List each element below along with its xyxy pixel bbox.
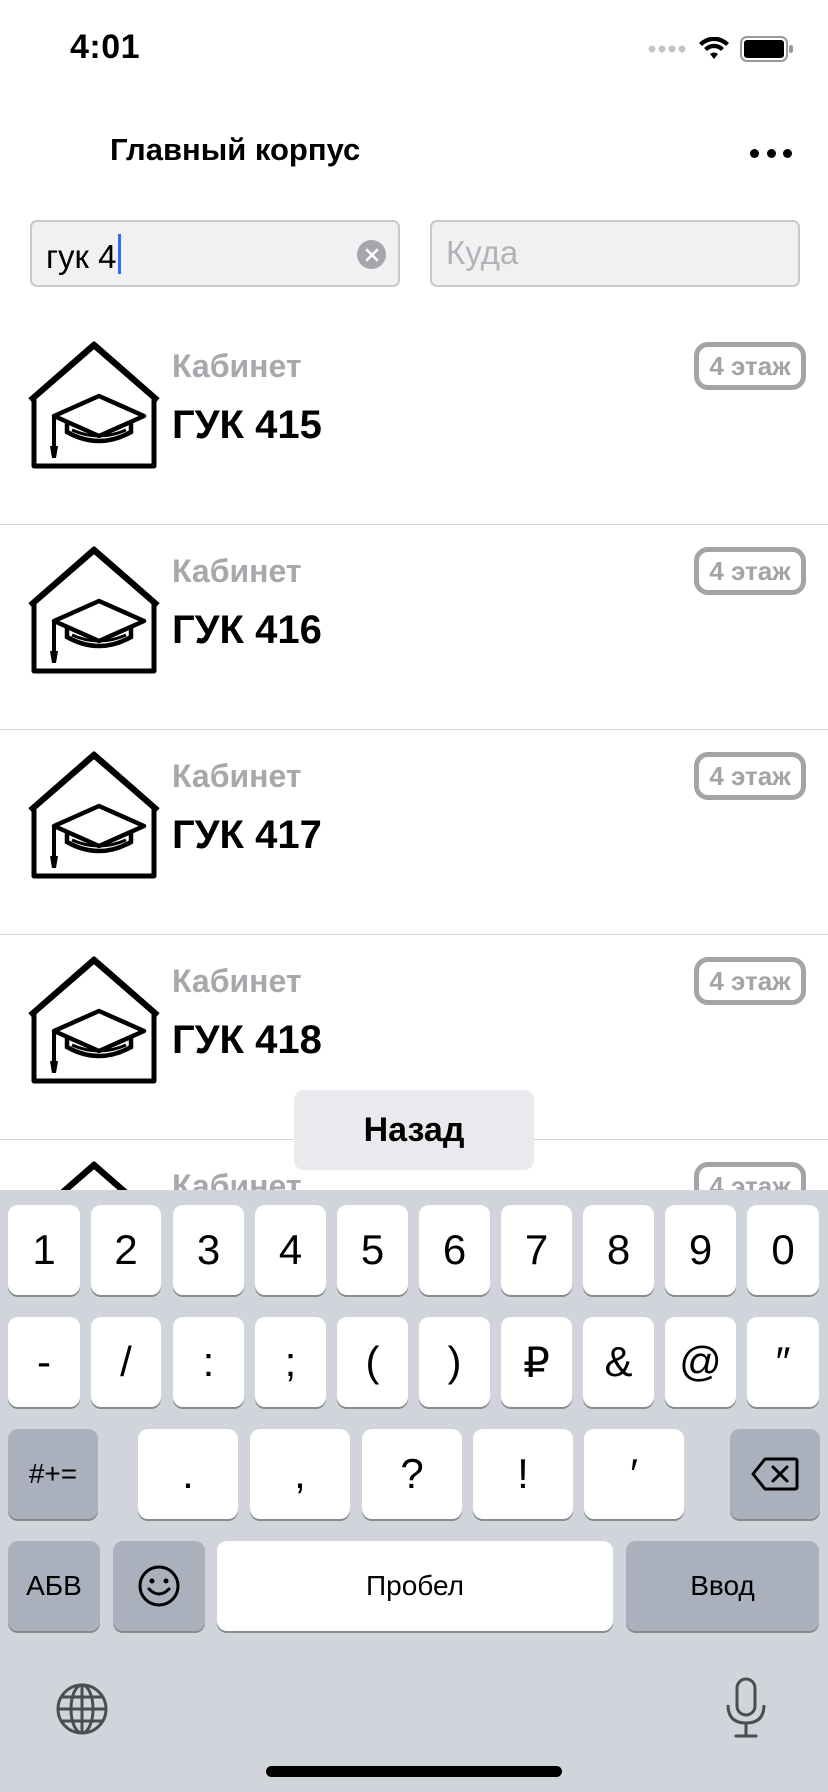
delete-key[interactable] — [730, 1429, 820, 1519]
more-options-button[interactable] — [750, 138, 792, 168]
key-exclamation[interactable]: ! — [473, 1429, 573, 1519]
key-3[interactable]: 3 — [173, 1205, 244, 1295]
key-9[interactable]: 9 — [665, 1205, 736, 1295]
more-dot-icon — [766, 148, 776, 158]
more-dot-icon — [783, 148, 792, 158]
key-period[interactable]: . — [138, 1429, 238, 1519]
key-semicolon[interactable]: ; — [255, 1317, 326, 1407]
space-key[interactable]: Пробел — [217, 1541, 613, 1631]
floor-badge: 4 этаж — [694, 547, 806, 595]
wifi-icon — [699, 37, 729, 59]
item-name: ГУК 416 — [172, 608, 322, 652]
item-name: ГУК 415 — [172, 403, 322, 447]
key-slash[interactable]: / — [91, 1317, 161, 1407]
key-8[interactable]: 8 — [583, 1205, 654, 1295]
return-key[interactable]: Ввод — [626, 1541, 819, 1631]
key-apostrophe[interactable]: ′ — [584, 1429, 684, 1519]
key-colon[interactable]: : — [173, 1317, 244, 1407]
from-input-value: гук 4 — [46, 238, 117, 275]
graduation-building-icon — [28, 956, 160, 1084]
globe-icon — [56, 1683, 108, 1735]
key-hyphen[interactable]: - — [8, 1317, 80, 1407]
key-6[interactable]: 6 — [419, 1205, 490, 1295]
to-input-placeholder: Куда — [446, 234, 519, 271]
key-symbols[interactable]: #+= — [8, 1429, 98, 1519]
status-time: 4:01 — [70, 28, 141, 66]
item-name: ГУК 417 — [172, 813, 322, 857]
back-button[interactable]: Назад — [294, 1090, 534, 1170]
key-comma[interactable]: , — [250, 1429, 350, 1519]
key-0[interactable]: 0 — [747, 1205, 819, 1295]
status-bar: 4:01 — [0, 0, 828, 100]
item-type: Кабинет — [172, 758, 302, 794]
globe-button[interactable] — [55, 1682, 109, 1736]
graduation-building-icon — [28, 546, 160, 674]
microphone-icon — [726, 1677, 766, 1738]
floor-badge: 4 этаж — [694, 957, 806, 1005]
key-7[interactable]: 7 — [501, 1205, 572, 1295]
keyboard: 1 2 3 4 5 6 7 8 9 0 - / : ; ( ) ₽ & @ ″ … — [0, 1190, 828, 1792]
key-2[interactable]: 2 — [91, 1205, 161, 1295]
home-indicator — [266, 1766, 562, 1777]
from-input[interactable]: гук 4 — [30, 220, 400, 287]
battery-icon — [740, 36, 793, 62]
graduation-building-icon — [28, 751, 160, 879]
microphone-button[interactable] — [724, 1677, 768, 1739]
key-4[interactable]: 4 — [255, 1205, 326, 1295]
status-indicators — [648, 36, 794, 62]
list-item[interactable]: Кабинет ГУК 417 4 этаж — [0, 730, 828, 935]
list-item[interactable]: Кабинет ГУК 416 4 этаж — [0, 525, 828, 730]
emoji-key[interactable] — [113, 1541, 205, 1631]
item-type: Кабинет — [172, 1168, 302, 1190]
emoji-icon — [138, 1565, 180, 1607]
item-name: ГУК 418 — [172, 1018, 322, 1062]
cellular-signal-icon — [648, 45, 686, 53]
graduation-building-icon — [60, 1161, 128, 1190]
item-type: Кабинет — [172, 963, 302, 999]
key-1[interactable]: 1 — [8, 1205, 80, 1295]
header: Главный корпус — [0, 118, 828, 188]
to-input[interactable]: Куда — [430, 220, 800, 287]
key-5[interactable]: 5 — [337, 1205, 408, 1295]
key-question[interactable]: ? — [362, 1429, 462, 1519]
floor-badge: 4 этаж — [694, 342, 806, 390]
item-type: Кабинет — [172, 553, 302, 589]
key-quote[interactable]: ″ — [747, 1317, 819, 1407]
key-ampersand[interactable]: & — [583, 1317, 654, 1407]
results-list: Кабинет ГУК 415 4 этаж Кабинет ГУК 416 4… — [0, 320, 828, 1190]
clear-icon[interactable] — [357, 240, 386, 269]
key-open-paren[interactable]: ( — [337, 1317, 408, 1407]
key-at[interactable]: @ — [665, 1317, 736, 1407]
floor-badge: 4 этаж — [694, 752, 806, 800]
page-title: Главный корпус — [110, 132, 361, 167]
item-type: Кабинет — [172, 348, 302, 384]
more-dot-icon — [750, 148, 759, 158]
key-letters[interactable]: АБВ — [8, 1541, 100, 1631]
key-ruble[interactable]: ₽ — [501, 1317, 572, 1407]
backspace-icon — [751, 1457, 799, 1491]
list-item[interactable]: Кабинет ГУК 415 4 этаж — [0, 320, 828, 525]
floor-badge: 4 этаж — [694, 1162, 806, 1190]
key-close-paren[interactable]: ) — [419, 1317, 490, 1407]
graduation-building-icon — [28, 341, 160, 469]
text-caret — [117, 234, 121, 274]
